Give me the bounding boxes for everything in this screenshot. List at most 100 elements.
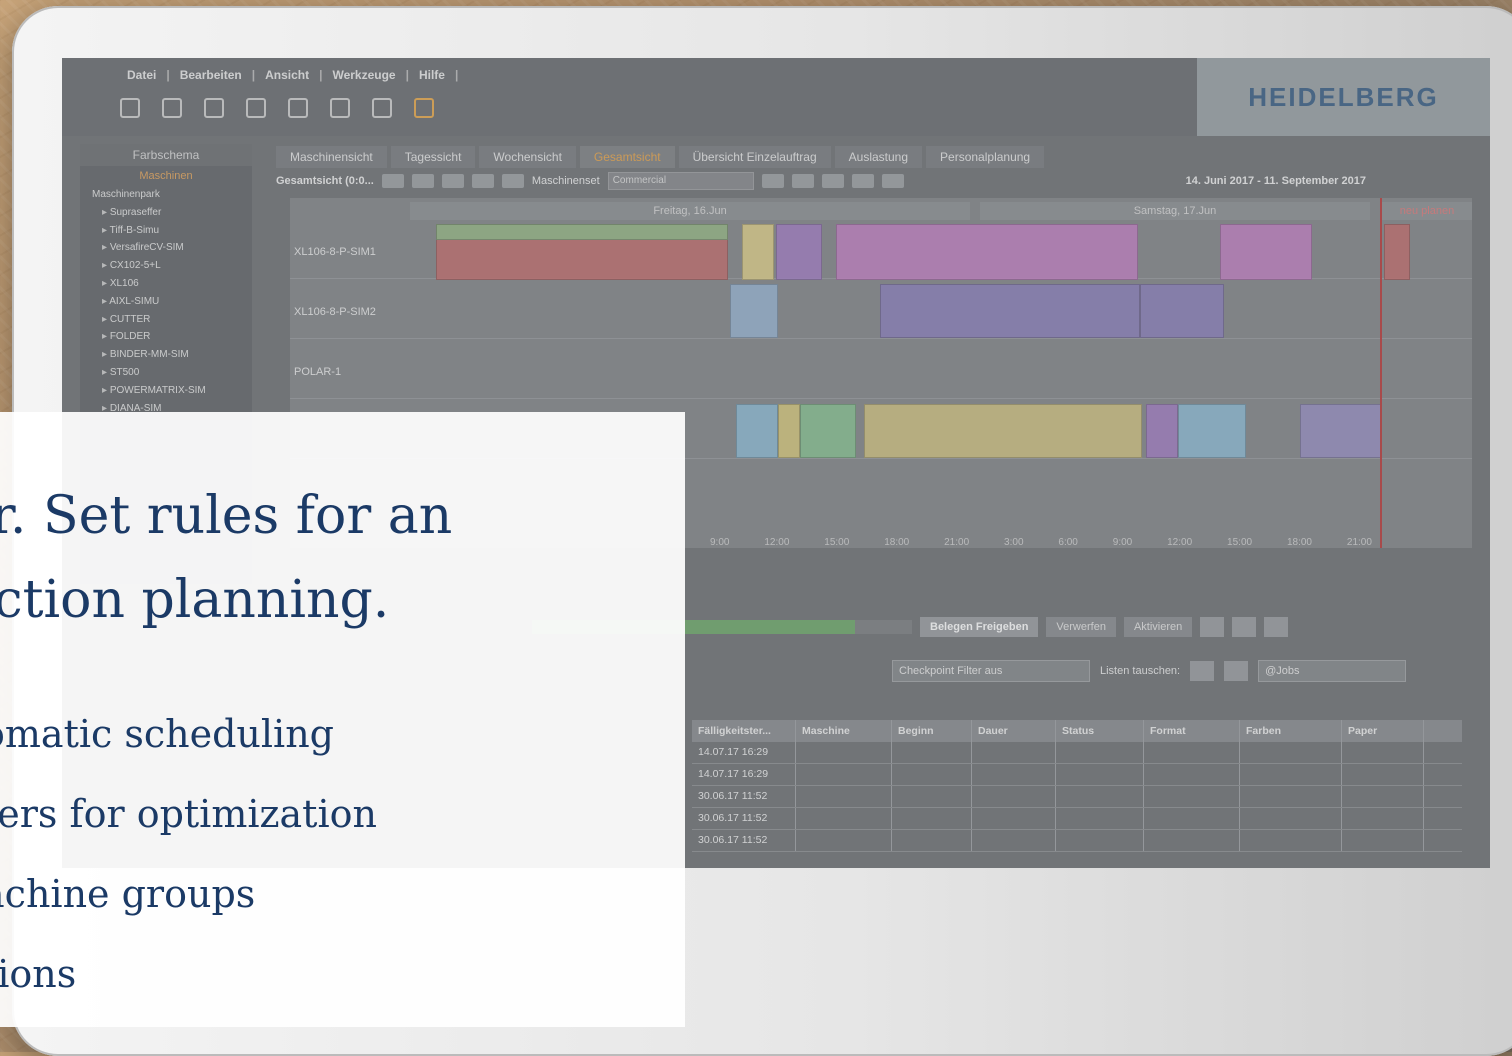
job-bar[interactable]	[836, 224, 1138, 280]
panel-subtitle[interactable]: Maschinen	[80, 166, 252, 186]
job-bar[interactable]	[778, 404, 800, 458]
time-tick: 21:00	[944, 537, 970, 548]
job-bar[interactable]	[776, 224, 822, 280]
copy-icon[interactable]	[1224, 661, 1249, 681]
last-icon[interactable]	[501, 174, 524, 188]
column-header[interactable]: Dauer	[972, 720, 1056, 742]
panel-title[interactable]: Farbschema	[80, 144, 252, 166]
column-header[interactable]: Maschine	[796, 720, 892, 742]
zoom-1-icon[interactable]	[761, 174, 784, 188]
time-axis: 9:00 12:00 15:00 18:00 21:00 3:00 6:00 9…	[710, 537, 1372, 548]
tree-item[interactable]: CUTTER	[92, 311, 252, 329]
zoom-2-icon[interactable]	[791, 174, 814, 188]
checkpoint-filter-select[interactable]: Checkpoint Filter aus	[892, 660, 1090, 682]
replan-button[interactable]: neu planen	[1382, 202, 1472, 220]
discard-button[interactable]: Verwerfen	[1046, 617, 1116, 637]
tree-root[interactable]: Maschinenpark	[92, 186, 252, 204]
job-bar[interactable]	[436, 224, 728, 240]
tree-item[interactable]: Supraseffer	[92, 204, 252, 222]
refresh-icon[interactable]	[441, 174, 464, 188]
tab-maschinensicht[interactable]: Maschinensicht	[276, 146, 387, 168]
time-tick: 12:00	[764, 537, 790, 548]
doc-icon[interactable]	[821, 174, 844, 188]
job-bar[interactable]	[1178, 404, 1246, 458]
table-row[interactable]: 14.07.17 16:29	[692, 764, 1462, 786]
due-date-cell: 14.07.17 16:29	[692, 742, 796, 763]
tab-tagessicht[interactable]: Tagessicht	[390, 146, 476, 168]
list-select[interactable]: @Jobs	[1258, 660, 1407, 682]
tree-item[interactable]: POWERMATRIX-SIM	[92, 382, 252, 400]
marketing-overlay-card: er. Set rules for an uction planning. om…	[0, 412, 685, 1027]
tree-item[interactable]: CX102-5+L	[92, 257, 252, 275]
job-bar[interactable]	[730, 284, 778, 338]
tab-personalplanung[interactable]: Personalplanung	[926, 146, 1045, 168]
job-bar[interactable]	[864, 404, 1142, 458]
skip-icon[interactable]	[1200, 617, 1225, 637]
job-bar[interactable]	[736, 404, 778, 458]
menu-hilfe[interactable]: Hilfe	[409, 68, 455, 82]
column-header[interactable]: Farben	[1240, 720, 1342, 742]
time-tick: 18:00	[884, 537, 910, 548]
tree-item[interactable]: VersafireCV-SIM	[92, 239, 252, 257]
job-bar[interactable]	[1300, 404, 1382, 458]
filter-icon[interactable]	[881, 174, 904, 188]
table-row[interactable]: 14.07.17 16:29	[692, 742, 1462, 764]
tree-item[interactable]: BINDER-MM-SIM	[92, 346, 252, 364]
tab-auslastung[interactable]: Auslastung	[834, 146, 923, 168]
first-icon[interactable]	[381, 174, 404, 188]
swap-lists-label: Listen tauschen:	[1100, 665, 1181, 677]
activate-button[interactable]: Aktivieren	[1123, 617, 1193, 637]
job-bar[interactable]	[742, 224, 774, 280]
layout-icon[interactable]	[851, 174, 874, 188]
job-bar[interactable]	[1140, 284, 1224, 338]
table-header: Fälligkeitster... Maschine Beginn Dauer …	[692, 720, 1462, 742]
bars-icon[interactable]	[162, 98, 182, 118]
tree-icon[interactable]	[246, 98, 266, 118]
job-bar[interactable]	[800, 404, 856, 458]
column-header[interactable]: Status	[1056, 720, 1144, 742]
settings-doc-icon[interactable]	[204, 98, 224, 118]
column-header[interactable]: Beginn	[892, 720, 972, 742]
job-bar[interactable]	[1220, 224, 1312, 280]
column-header[interactable]: Paper	[1342, 720, 1424, 742]
brand-area: HEIDELBERG	[1197, 58, 1490, 136]
prev-icon[interactable]	[411, 174, 434, 188]
column-header[interactable]: Format	[1144, 720, 1240, 742]
brand-logo: HEIDELBERG	[1248, 81, 1439, 112]
job-bar[interactable]	[880, 284, 1140, 338]
export-icon[interactable]	[288, 98, 308, 118]
menu-datei[interactable]: Datei	[117, 68, 166, 82]
tree-item[interactable]: ST500	[92, 364, 252, 382]
table-row[interactable]: 30.06.17 11:52	[692, 830, 1462, 852]
feature-item: tions	[0, 952, 77, 996]
menu-bearbeiten[interactable]: Bearbeiten	[170, 68, 252, 82]
undo-icon[interactable]	[1232, 617, 1257, 637]
tab-wochensicht[interactable]: Wochensicht	[479, 146, 576, 168]
chart-doc-icon[interactable]	[372, 98, 392, 118]
job-bar[interactable]	[1384, 224, 1410, 280]
machineset-select[interactable]: Commercial	[607, 172, 754, 190]
document-icon[interactable]	[120, 98, 140, 118]
machineset-label: Maschinenset	[531, 175, 600, 187]
tree-item[interactable]: Tiff-B-Simu	[92, 222, 252, 240]
menu-werkzeuge[interactable]: Werkzeuge	[322, 68, 405, 82]
tree-item[interactable]: FOLDER	[92, 328, 252, 346]
calendar-icon[interactable]	[414, 98, 434, 118]
release-button[interactable]: Belegen Freigeben	[920, 617, 1039, 637]
table-row[interactable]: 30.06.17 11:52	[692, 808, 1462, 830]
tab-einzelauftrag[interactable]: Übersicht Einzelauftrag	[678, 146, 831, 168]
edit-icon[interactable]	[1190, 661, 1215, 681]
tab-gesamtsicht[interactable]: Gesamtsicht	[579, 146, 675, 168]
tree-item[interactable]: AIXL-SIMU	[92, 293, 252, 311]
headline: er. Set rules for an uction planning.	[0, 474, 452, 642]
print-icon[interactable]	[330, 98, 350, 118]
save-icon[interactable]	[1264, 617, 1289, 637]
date-range: 14. Juni 2017 - 11. September 2017	[1185, 175, 1366, 187]
job-bar[interactable]	[1146, 404, 1178, 458]
menu-ansicht[interactable]: Ansicht	[255, 68, 319, 82]
next-icon[interactable]	[471, 174, 494, 188]
column-header[interactable]: Fälligkeitster...	[692, 720, 796, 742]
tree-item[interactable]: XL106	[92, 275, 252, 293]
feature-item: omatic scheduling	[0, 712, 335, 756]
table-row[interactable]: 30.06.17 11:52	[692, 786, 1462, 808]
